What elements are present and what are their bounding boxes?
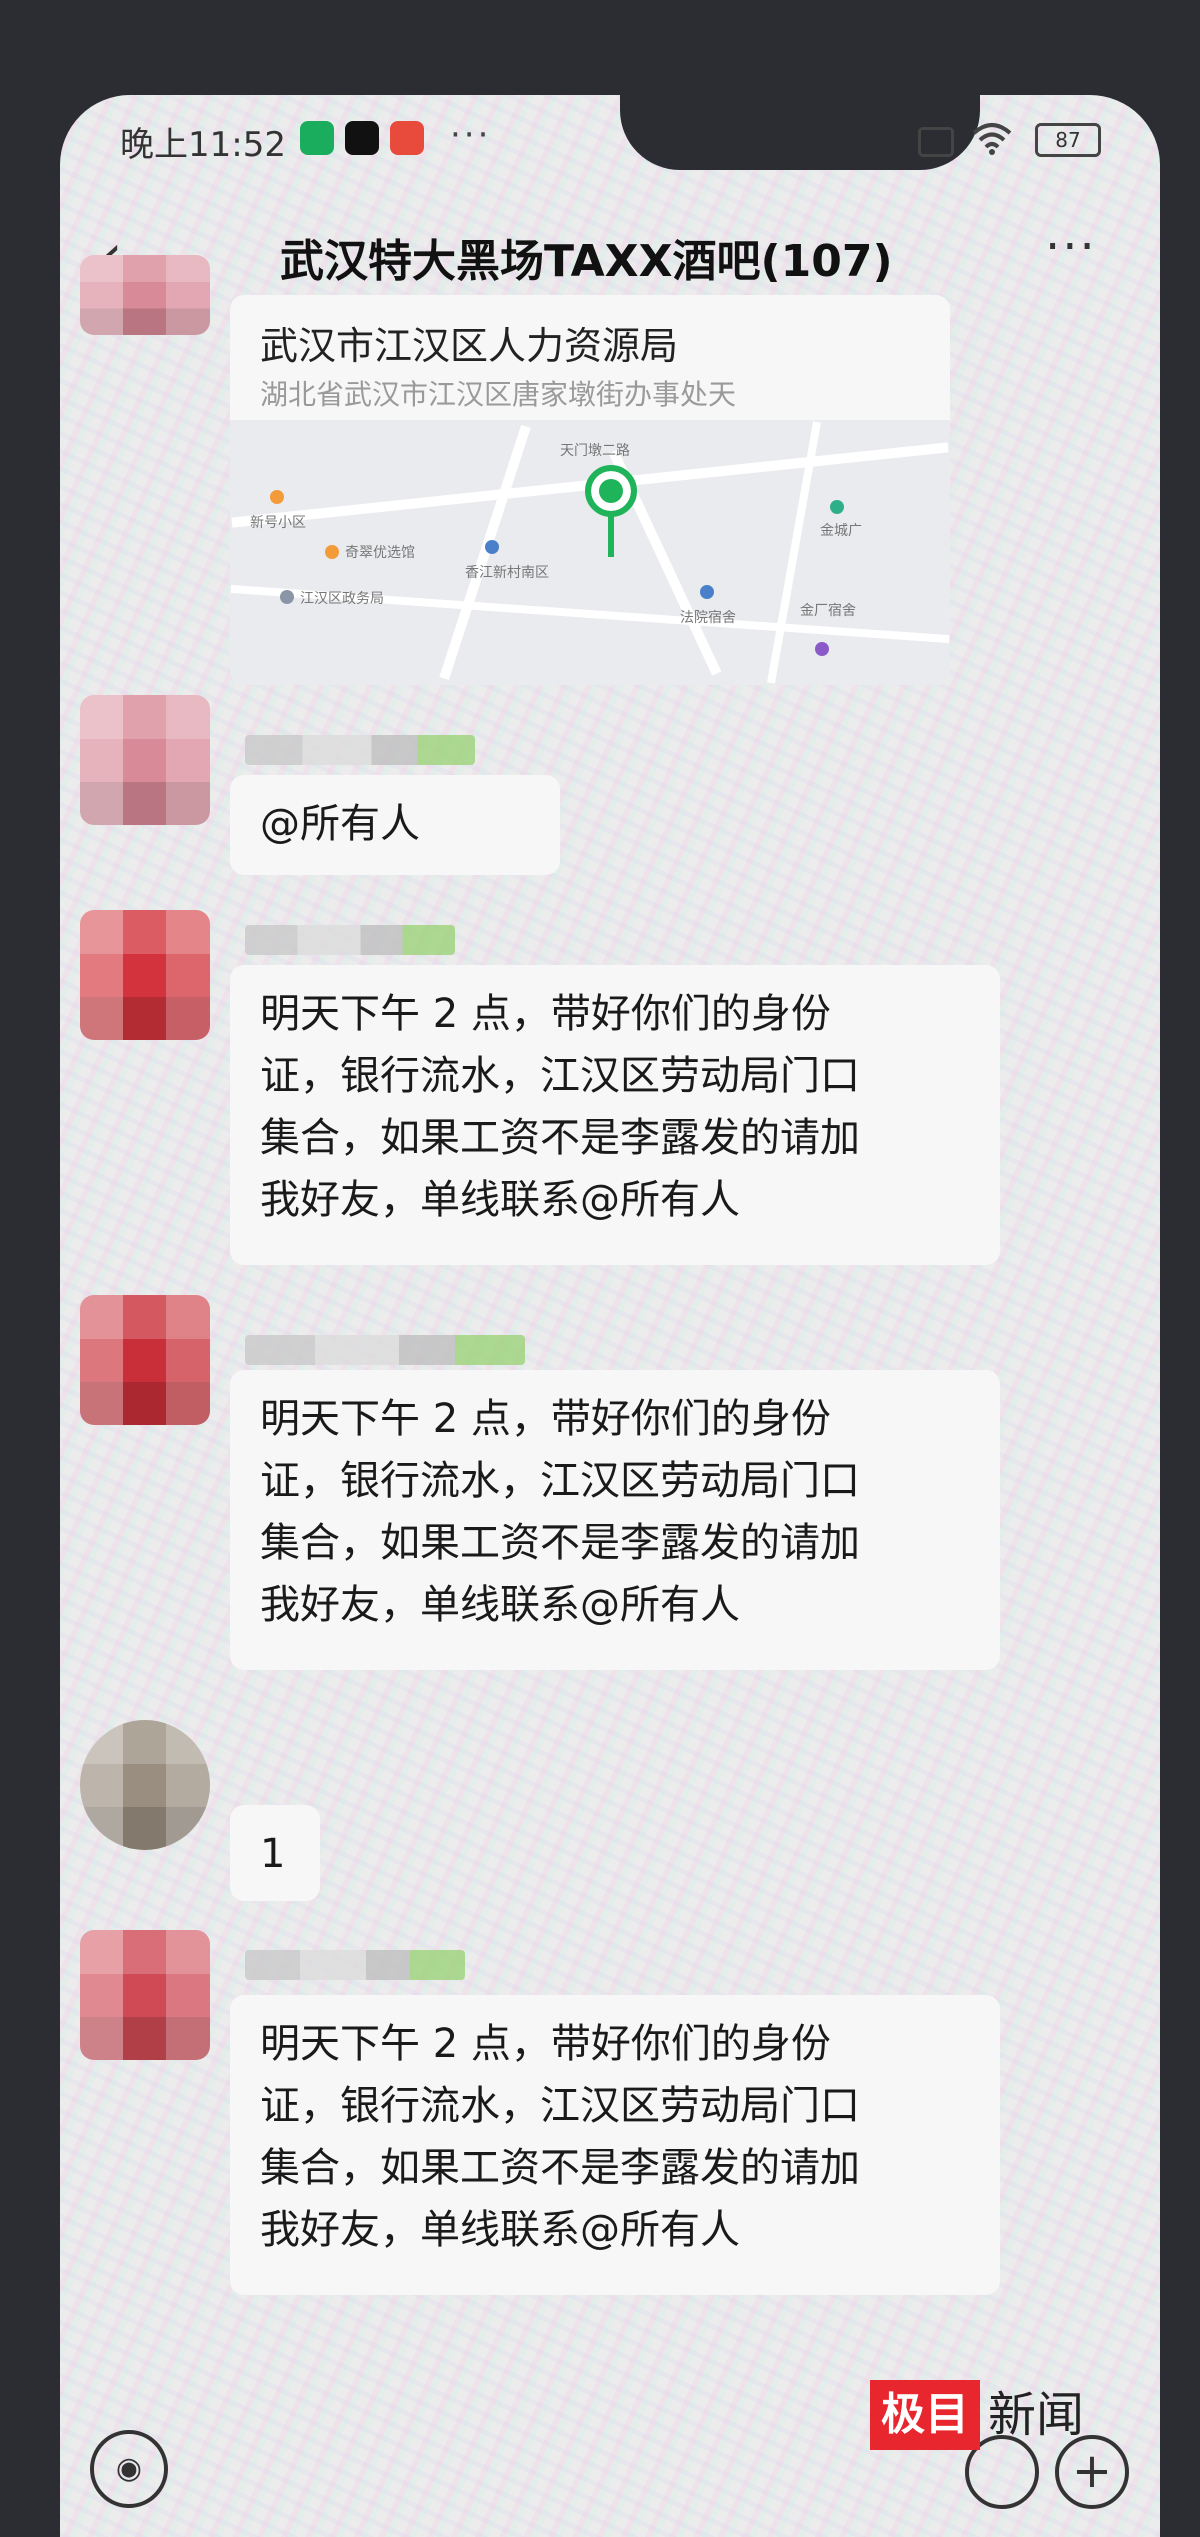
message-text: 集合，如果工资不是李露发的请加 xyxy=(260,2145,860,2191)
location-pin-icon xyxy=(585,465,637,517)
avatar[interactable] xyxy=(80,255,210,335)
message-text: 明天下午 2 点，带好你们的身份 xyxy=(260,2021,831,2067)
location-card[interactable]: 武汉市江汉区人力资源局 湖北省武汉市江汉区唐家墩街办事处天 新号小区 奇翠优选馆… xyxy=(230,295,950,685)
message-text: 集合，如果工资不是李露发的请加 xyxy=(260,1520,860,1566)
message-bubble[interactable]: @所有人 xyxy=(230,775,560,875)
avatar[interactable] xyxy=(80,1930,210,2060)
message-text: @所有人 xyxy=(260,801,420,847)
sender-name-blurred xyxy=(245,1950,465,1980)
message-text: 证，银行流水，江汉区劳动局门口 xyxy=(260,1053,860,1099)
map-label: 天门墩二路 xyxy=(560,443,630,459)
wechat-notification-icon xyxy=(300,121,334,155)
message-text: 明天下午 2 点，带好你们的身份 xyxy=(260,1396,831,1442)
status-time: 晚上11:52 xyxy=(120,125,286,165)
status-bar: 晚上11:52 ··· 87 xyxy=(60,95,1160,185)
more-options-icon[interactable]: ··· xyxy=(1045,219,1097,275)
message-text: 1 xyxy=(260,1831,286,1877)
avatar[interactable] xyxy=(80,1720,210,1850)
watermark-logo: 极目 xyxy=(870,2380,980,2450)
sender-name-blurred xyxy=(245,735,475,765)
message-text: 集合，如果工资不是李露发的请加 xyxy=(260,1115,860,1161)
map-label: 金城广 xyxy=(820,523,862,539)
message-text: 我好友，单线联系@所有人 xyxy=(260,2207,740,2253)
location-pin-stem xyxy=(608,512,614,557)
location-address: 湖北省武汉市江汉区唐家墩街办事处天 xyxy=(260,378,737,411)
sim-icon xyxy=(918,127,954,157)
message-text: 明天下午 2 点，带好你们的身份 xyxy=(260,991,831,1037)
map-label: 奇翠优选馆 xyxy=(345,545,415,561)
map-label: 金厂宿舍 xyxy=(800,603,856,619)
app-notification-icon xyxy=(390,121,424,155)
message-bubble[interactable]: 明天下午 2 点，带好你们的身份 证，银行流水，江汉区劳动局门口 集合，如果工资… xyxy=(230,1370,1000,1670)
sender-name-blurred xyxy=(245,1335,525,1365)
message-text: 证，银行流水，江汉区劳动局门口 xyxy=(260,2083,860,2129)
message-text: 证，银行流水，江汉区劳动局门口 xyxy=(260,1458,860,1504)
avatar[interactable] xyxy=(80,695,210,825)
battery-icon: 87 xyxy=(1035,123,1101,157)
map-label: 香江新村南区 xyxy=(465,565,549,581)
map-label: 法院宿舍 xyxy=(680,610,736,626)
voice-input-icon[interactable]: ◉ xyxy=(90,2430,168,2508)
sender-name-blurred xyxy=(245,925,455,955)
tiktok-notification-icon xyxy=(345,121,379,155)
chat-title: 武汉特大黑场TAXX酒吧(107) xyxy=(280,236,893,287)
map-label: 江汉区政务局 xyxy=(300,591,384,607)
avatar[interactable] xyxy=(80,1295,210,1425)
message-text: 我好友，单线联系@所有人 xyxy=(260,1177,740,1223)
phone-screen: 晚上11:52 ··· 87 ‹ 武汉特大黑场TAXX酒吧(107) ··· 武… xyxy=(60,95,1160,2537)
watermark-text: 新闻 xyxy=(988,2387,1085,2443)
message-text: 我好友，单线联系@所有人 xyxy=(260,1582,740,1628)
location-map: 新号小区 奇翠优选馆 江汉区政务局 香江新村南区 法院宿舍 金厂宿舍 金城广 天… xyxy=(230,420,950,685)
location-title: 武汉市江汉区人力资源局 xyxy=(260,324,679,368)
message-bubble[interactable]: 1 xyxy=(230,1805,320,1901)
message-bubble[interactable]: 明天下午 2 点，带好你们的身份 证，银行流水，江汉区劳动局门口 集合，如果工资… xyxy=(230,1995,1000,2295)
map-label: 新号小区 xyxy=(250,515,306,531)
message-bubble[interactable]: 明天下午 2 点，带好你们的身份 证，银行流水，江汉区劳动局门口 集合，如果工资… xyxy=(230,965,1000,1265)
avatar[interactable] xyxy=(80,910,210,1040)
more-notifications-icon: ··· xyxy=(450,115,492,155)
wifi-icon xyxy=(972,123,1012,155)
